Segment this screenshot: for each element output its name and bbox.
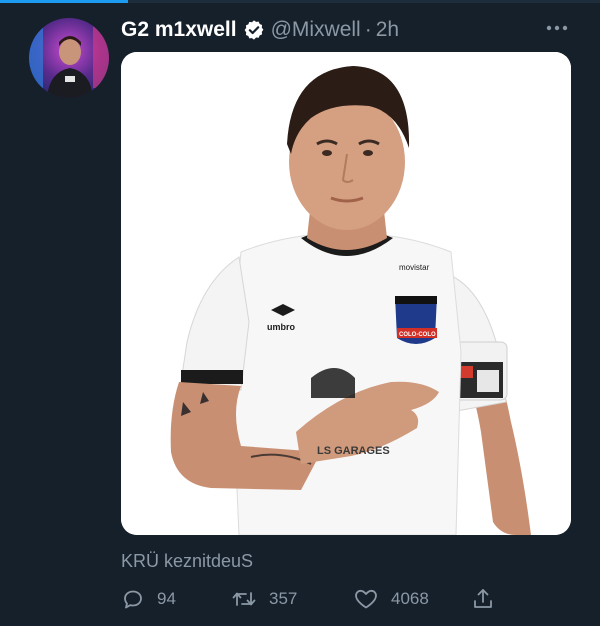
like-button[interactable]: 4068 xyxy=(353,584,429,614)
share-icon xyxy=(474,589,492,608)
tweet-actions: 94 357 4068 xyxy=(121,584,501,616)
jersey-sponsor-text: movistar xyxy=(399,263,430,272)
retweet-icon xyxy=(232,592,256,606)
retweet-count: 357 xyxy=(269,589,298,608)
reply-button[interactable]: 94 xyxy=(121,584,176,614)
share-button[interactable] xyxy=(471,584,495,614)
like-count: 4068 xyxy=(391,589,429,608)
author-display-name[interactable]: G2 m1xwell xyxy=(121,18,237,42)
more-horizontal-icon xyxy=(546,25,568,31)
author-handle[interactable]: @Mixwell xyxy=(271,18,361,42)
separator-dot: · xyxy=(364,18,372,41)
tweet-header: G2 m1xwell @Mixwell · 2h xyxy=(121,14,399,46)
club-badge-text: COLO-COLO xyxy=(399,332,436,338)
jersey-front-text: LS GARAGES xyxy=(317,445,390,457)
tweet-text: KRÜ keznitdeuS xyxy=(121,551,254,571)
reply-count: 94 xyxy=(157,589,176,608)
verified-badge-icon xyxy=(244,20,263,40)
heart-icon xyxy=(355,589,377,609)
retweet-button[interactable]: 357 xyxy=(231,584,297,614)
more-options-button[interactable] xyxy=(544,21,570,35)
reply-icon xyxy=(124,590,142,609)
tweet[interactable]: G2 m1xwell @Mixwell · 2h umbro movistar … xyxy=(0,0,600,626)
avatar[interactable] xyxy=(29,18,109,98)
jersey-logo-text: umbro xyxy=(267,322,296,332)
photo: umbro movistar COLO-COLO LS GARAGES xyxy=(121,52,571,535)
tweet-media-image[interactable]: umbro movistar COLO-COLO LS GARAGES xyxy=(121,52,571,535)
avatar-image xyxy=(29,18,109,98)
tweet-timestamp[interactable]: 2h xyxy=(376,18,399,42)
